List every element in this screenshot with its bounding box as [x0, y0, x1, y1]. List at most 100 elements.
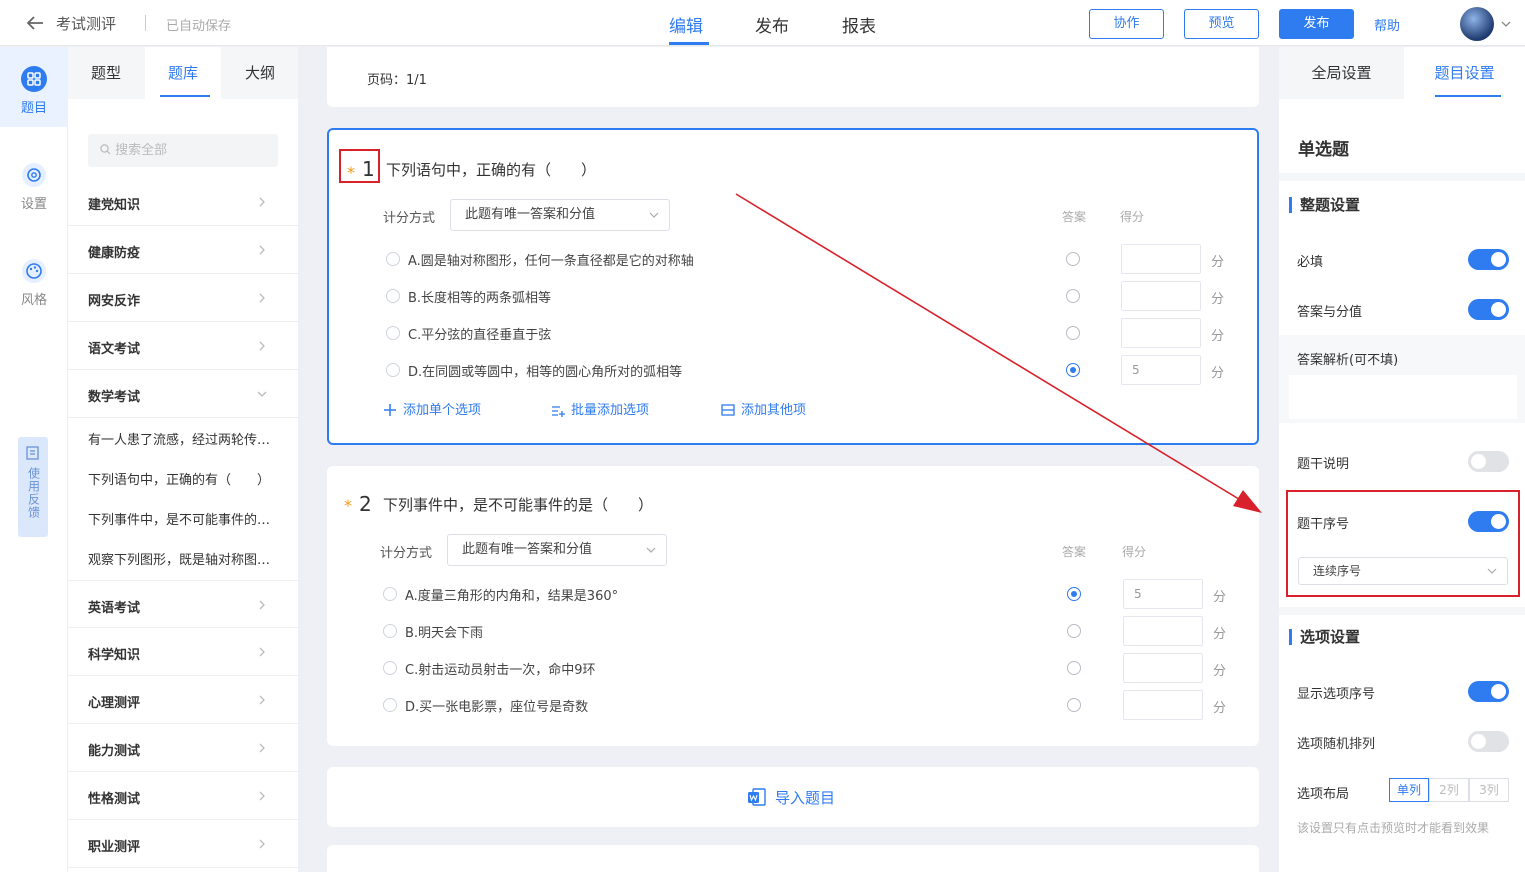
answer-radio[interactable]	[1066, 289, 1080, 303]
bank-question-item[interactable]: 有一人患了流感，经过两轮传染后共有121人患了流感	[88, 429, 278, 449]
avatar[interactable]	[1460, 7, 1494, 41]
collab-button[interactable]: 协作	[1089, 9, 1164, 39]
option-text[interactable]: D.买一张电影票，座位号是奇数	[405, 696, 588, 715]
category-row[interactable]: 健康防疫	[68, 226, 298, 274]
category-row[interactable]: 性格测试	[68, 772, 298, 820]
category-label: 英语考试	[88, 601, 141, 616]
chevron-right-icon	[259, 839, 265, 849]
required-toggle[interactable]	[1468, 249, 1509, 270]
answer-radio[interactable]	[1066, 326, 1080, 340]
rail-item-questions[interactable]: 题目	[0, 47, 68, 127]
tab-question-bank[interactable]: 题库	[145, 47, 221, 99]
bank-question-item[interactable]: 下列事件中，是不可能事件的是（ ）	[88, 509, 278, 529]
question-card-1[interactable]: * 1 下列语句中，正确的有（ ） 计分方式 此题有唯一答案和分值 答案 得分 …	[327, 128, 1259, 445]
score-input[interactable]	[1121, 281, 1201, 311]
numbering-select[interactable]: 连续序号	[1298, 557, 1508, 585]
question-type-title: 单选题	[1298, 140, 1349, 160]
import-questions-button[interactable]: 导入题目	[747, 787, 835, 808]
answer-analysis-input[interactable]	[1289, 375, 1517, 419]
batch-add-options-button[interactable]: 批量添加选项	[551, 399, 649, 418]
option-text[interactable]: B.明天会下雨	[405, 622, 483, 641]
option-text[interactable]: B.长度相等的两条弧相等	[408, 287, 551, 306]
layout-three-columns[interactable]: 3列	[1469, 778, 1509, 802]
tab-edit[interactable]: 编辑	[669, 12, 703, 37]
question-title[interactable]: 下列语句中，正确的有（ ）	[386, 159, 596, 180]
batch-add-icon	[552, 406, 565, 417]
show-option-number-toggle[interactable]	[1468, 681, 1509, 702]
score-input[interactable]: 5	[1121, 355, 1201, 385]
score-unit: 分	[1213, 590, 1227, 605]
option-text[interactable]: C.射击运动员射击一次，命中9环	[405, 659, 595, 678]
tab-outline[interactable]: 大纲	[222, 47, 298, 99]
settings-panel: 全局设置 题目设置 单选题 整题设置 必填 答案与分值 答案解析(可不填) 题干…	[1279, 47, 1525, 872]
category-row[interactable]: 网安反诈	[68, 274, 298, 322]
chevron-right-icon	[259, 791, 265, 801]
tab-global-settings[interactable]: 全局设置	[1279, 47, 1404, 99]
tab-question-types[interactable]: 题型	[68, 47, 144, 99]
stem-number-label: 题干序号	[1297, 517, 1350, 532]
score-input[interactable]	[1121, 244, 1201, 274]
divider	[1279, 173, 1525, 181]
score-method-select[interactable]: 此题有唯一答案和分值	[450, 199, 670, 231]
bank-question-item[interactable]: 观察下列图形，既是轴对称图形又是中心对称图形的是	[88, 549, 278, 569]
rail-item-style[interactable]: 风格	[0, 257, 68, 308]
category-label: 网安反诈	[88, 294, 141, 309]
stem-description-toggle[interactable]	[1468, 451, 1509, 472]
score-input[interactable]	[1123, 616, 1203, 646]
stem-number-toggle[interactable]	[1468, 511, 1509, 532]
tab-question-settings[interactable]: 题目设置	[1404, 47, 1525, 99]
add-single-option-button[interactable]: 添加单个选项	[383, 399, 481, 418]
category-row[interactable]: 能力测试	[68, 724, 298, 772]
answer-radio[interactable]	[1066, 252, 1080, 266]
score-unit: 分	[1211, 292, 1225, 307]
option-text[interactable]: A.圆是轴对称图形，任何一条直径都是它的对称轴	[408, 250, 694, 269]
preview-button[interactable]: 预览	[1184, 9, 1259, 39]
bank-search-input[interactable]: 搜索全部	[88, 134, 278, 167]
option-text[interactable]: D.在同圆或等圆中，相等的圆心角所对的弧相等	[408, 361, 682, 380]
score-input[interactable]: 5	[1123, 579, 1203, 609]
bank-question-item[interactable]: 下列语句中，正确的有（ ）	[88, 469, 278, 489]
layout-two-columns[interactable]: 2列	[1429, 778, 1469, 802]
list-icon	[721, 404, 735, 416]
answer-score-toggle[interactable]	[1468, 299, 1509, 320]
question-card-2[interactable]: * 2 下列事件中，是不可能事件的是（ ） 计分方式 此题有唯一答案和分值 答案…	[327, 466, 1259, 746]
score-method-label: 计分方式	[383, 211, 436, 226]
score-input[interactable]	[1123, 690, 1203, 720]
category-row[interactable]: 语文考试	[68, 322, 298, 370]
answer-radio[interactable]	[1067, 624, 1081, 638]
score-column-header: 得分	[1120, 210, 1145, 224]
answer-radio-selected[interactable]	[1066, 363, 1080, 377]
tab-report[interactable]: 报表	[842, 12, 876, 37]
feedback-button[interactable]: 使用反馈	[18, 437, 48, 537]
question-title[interactable]: 下列事件中，是不可能事件的是（ ）	[383, 494, 653, 515]
chevron-down-icon[interactable]	[1500, 18, 1512, 30]
category-label: 职业测评	[88, 840, 141, 855]
answer-radio[interactable]	[1067, 661, 1081, 675]
score-unit: 分	[1213, 701, 1227, 716]
score-input[interactable]	[1121, 318, 1201, 348]
category-row[interactable]: 建党知识	[68, 178, 298, 226]
tab-publish[interactable]: 发布	[755, 12, 789, 37]
category-row[interactable]: 科学知识	[68, 628, 298, 676]
option-text[interactable]: C.平分弦的直径垂直于弦	[408, 324, 551, 343]
help-link[interactable]: 帮助	[1374, 15, 1400, 34]
category-row[interactable]: 英语考试	[68, 580, 298, 628]
add-other-option-button[interactable]: 添加其他项	[721, 399, 806, 418]
add-single-label: 添加单个选项	[403, 403, 482, 418]
answer-radio-selected[interactable]	[1067, 587, 1081, 601]
random-order-toggle[interactable]	[1468, 731, 1509, 752]
layout-single-column[interactable]: 单列	[1389, 778, 1429, 802]
score-input[interactable]	[1123, 653, 1203, 683]
score-method-select[interactable]: 此题有唯一答案和分值	[447, 534, 667, 566]
rail-item-settings[interactable]: 设置	[0, 161, 68, 212]
edit-icon	[26, 446, 39, 460]
category-row[interactable]: 心理测评	[68, 676, 298, 724]
category-row[interactable]: 职业测评	[68, 820, 298, 868]
publish-button[interactable]: 发布	[1279, 9, 1354, 39]
back-arrow-icon[interactable]	[24, 12, 46, 34]
option-text[interactable]: A.度量三角形的内角和，结果是360°	[405, 585, 618, 604]
search-icon	[100, 144, 111, 155]
answer-radio[interactable]	[1067, 698, 1081, 712]
category-row-expanded[interactable]: 数学考试	[68, 370, 298, 418]
page-code-card: 页码：1/1	[327, 47, 1259, 107]
